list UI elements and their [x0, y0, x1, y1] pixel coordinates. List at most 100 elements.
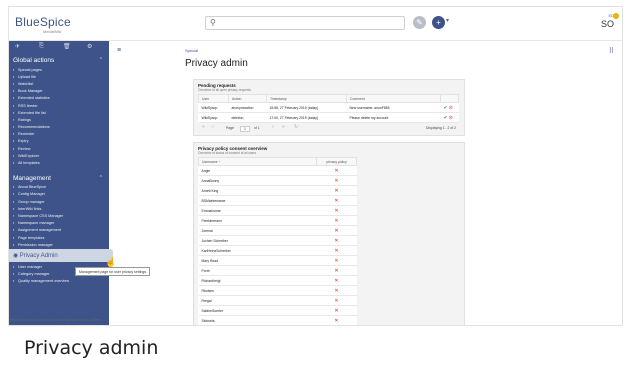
- table-row[interactable]: Emmakumar ✕: [198, 205, 357, 216]
- column-header[interactable]: Action: [228, 94, 267, 103]
- cell-action: anonymization: [228, 102, 267, 113]
- deny-icon[interactable]: ⊘: [449, 115, 453, 121]
- sidebar-item[interactable]: ▪ InterWiki links: [9, 205, 109, 212]
- table-row[interactable]: Jochen Schreiber ✕: [198, 235, 357, 246]
- next-page-icon[interactable]: ›: [272, 124, 274, 130]
- sidebar-item[interactable]: ▪ Page templates: [9, 234, 109, 241]
- page-number-input[interactable]: 1: [240, 126, 250, 132]
- table-row[interactable]: SabineSuerter ✕: [198, 305, 357, 316]
- user-avatar[interactable]: ED SO: [600, 13, 619, 31]
- sidebar-item-label: Namespace manager: [18, 221, 55, 226]
- sidebar-item-label: Group manager: [18, 199, 45, 204]
- cell-actions: ✔ ⊘: [440, 102, 459, 113]
- deny-icon[interactable]: ⊘: [449, 105, 453, 111]
- sidebar-item-label: Recommendations: [18, 125, 50, 130]
- refresh-icon[interactable]: ↻: [294, 124, 298, 130]
- sidebar-item[interactable]: ▪ Review: [9, 145, 109, 152]
- table-row[interactable]: WikiSysop deletion 17:00, 27 February 20…: [198, 112, 459, 123]
- chevron-up-icon[interactable]: ⌃: [99, 57, 103, 63]
- cell-timestamp: 17:00, 27 February 2019 (today): [266, 112, 347, 123]
- sidebar-item-label: Quality management overview: [18, 279, 70, 284]
- sidebar-item-privacy-admin[interactable]: ◉ Privacy Admin: [9, 249, 113, 263]
- column-header[interactable]: Comment: [346, 94, 441, 103]
- first-page-icon[interactable]: «: [202, 124, 205, 130]
- pending-requests-panel: Pending requests Overview of all open pr…: [193, 79, 465, 136]
- cell-username: Jochen Schreiber: [198, 235, 317, 246]
- sidebar: ✈ ⎘ 🗑 ⚙ Global actions ⌃ ▪ Special pages ▪…: [9, 41, 113, 325]
- sidebar-item[interactable]: ▪ Namespace CSS Manager: [9, 212, 109, 219]
- sidebar-item[interactable]: ▪ Ratings: [9, 116, 109, 123]
- sidebar-item[interactable]: ▪ Extended statistics: [9, 95, 109, 102]
- sidebar-tool-icon[interactable]: ✈: [15, 43, 20, 50]
- table-row[interactable]: Angie ✕: [198, 165, 357, 176]
- bluespice-logo[interactable]: BlueSpice: [15, 15, 71, 29]
- hamburger-menu-icon[interactable]: ≡: [117, 47, 121, 54]
- table-row[interactable]: Arnett King ✕: [198, 185, 357, 196]
- cell-action: deletion: [228, 112, 267, 123]
- sidebar-tool-icon[interactable]: 🗑: [63, 43, 71, 50]
- column-header-username[interactable]: Username ↑: [198, 157, 317, 166]
- sidebar-item[interactable]: ▪ Book Manager: [9, 88, 109, 95]
- consent-denied-icon: ✕: [316, 205, 357, 216]
- sidebar-item-label: Watchlist: [18, 81, 34, 86]
- sidebar-item[interactable]: ▪ Extended file list: [9, 109, 109, 116]
- sidebar-item[interactable]: ▪ Namespace manager: [9, 220, 109, 227]
- last-page-icon[interactable]: »: [282, 124, 285, 130]
- sidebar-item[interactable]: ▪ Reminder: [9, 131, 109, 138]
- column-header[interactable]: Timestamp: [266, 94, 347, 103]
- sidebar-item[interactable]: ▪ About BlueSpice: [9, 184, 109, 191]
- global-actions-list: ▪ Special pages ▪ Upload file ▪ Watchlist ▪ Boo…: [9, 66, 109, 167]
- sidebar-item[interactable]: ▪ Permission manager: [9, 241, 109, 248]
- column-header[interactable]: User: [198, 94, 229, 103]
- sidebar-tool-icon[interactable]: ⎘: [39, 43, 44, 50]
- cell-timestamp: 16:58, 27 February 2019 (today): [266, 102, 347, 113]
- table-row[interactable]: Rregal ✕: [198, 295, 357, 306]
- sidebar-item[interactable]: ▪ Upload file: [9, 73, 109, 80]
- global-actions-heading[interactable]: Global actions ⌃: [9, 53, 109, 66]
- sidebar-item[interactable]: ▪ Group manager: [9, 198, 109, 205]
- approve-icon[interactable]: ✔: [444, 115, 448, 121]
- sidebar-item-label: WikiExplorer: [18, 153, 40, 158]
- column-header-privacy-policy[interactable]: privacy policy: [316, 157, 357, 166]
- sidebar-item[interactable]: ▪ RSS feeder: [9, 102, 109, 109]
- sidebar-item[interactable]: ▪ Expiry: [9, 138, 109, 145]
- prev-page-icon[interactable]: ‹: [212, 124, 214, 130]
- sidebar-item-label: Extended statistics: [18, 96, 50, 101]
- edit-icon[interactable]: ✎: [413, 16, 426, 29]
- sort-icon[interactable]: ↑: [219, 160, 221, 164]
- gear-icon[interactable]: ⚙: [87, 43, 92, 50]
- sidebar-item[interactable]: ▪ Assignment management: [9, 227, 109, 234]
- breadcrumb[interactable]: Special: [185, 48, 198, 53]
- cell-username: Porth: [198, 265, 317, 276]
- table-row[interactable]: Richardheigl ✕: [198, 275, 357, 286]
- table-row[interactable]: Joernal ✕: [198, 225, 357, 236]
- chevron-down-icon[interactable]: ▾: [446, 17, 449, 24]
- sidebar-item-label: Expiry: [18, 139, 29, 144]
- new-page-button[interactable]: +: [432, 16, 445, 29]
- table-row[interactable]: BSMaintenance ✕: [198, 195, 357, 206]
- table-row[interactable]: Mary Read ✕: [198, 255, 357, 266]
- sidebar-item[interactable]: ▪ Special pages: [9, 66, 109, 73]
- table-row[interactable]: Rbolsen ✕: [198, 285, 357, 296]
- sidebar-item[interactable]: ▪ Recommendations: [9, 124, 109, 131]
- cell-comment: New username: anonF685: [346, 102, 441, 113]
- table-row[interactable]: KarlHeinzSchreiber ✕: [198, 245, 357, 256]
- management-heading[interactable]: Management ⌃: [9, 171, 109, 184]
- sidebar-item[interactable]: ▪ WikiExplorer: [9, 152, 109, 159]
- sidebar-item[interactable]: ▪ Quality management overview: [9, 278, 109, 285]
- sidebar-item-label: Category manager: [18, 272, 50, 277]
- tooltip: Management page for user privacy setting…: [75, 267, 151, 276]
- chevron-up-icon[interactable]: ⌃: [99, 175, 103, 181]
- sidebar-item[interactable]: ▪ Watchlist: [9, 80, 109, 87]
- search-input[interactable]: ⚲: [205, 16, 405, 30]
- table-row[interactable]: AnnaBonny ✕: [198, 175, 357, 186]
- sidebar-item[interactable]: ▪ Config Manager: [9, 191, 109, 198]
- cell-user: WikiSysop: [198, 102, 229, 113]
- sidebar-item[interactable]: ▪ All templates: [9, 159, 109, 166]
- table-row[interactable]: WikiSysop anonymization 16:58, 27 Februa…: [198, 102, 459, 113]
- consent-denied-icon: ✕: [316, 315, 357, 325]
- table-row[interactable]: Sidosela ✕: [198, 315, 357, 325]
- approve-icon[interactable]: ✔: [444, 105, 448, 111]
- table-row[interactable]: Fleekimmann ✕: [198, 215, 357, 226]
- table-row[interactable]: Porth ✕: [198, 265, 357, 276]
